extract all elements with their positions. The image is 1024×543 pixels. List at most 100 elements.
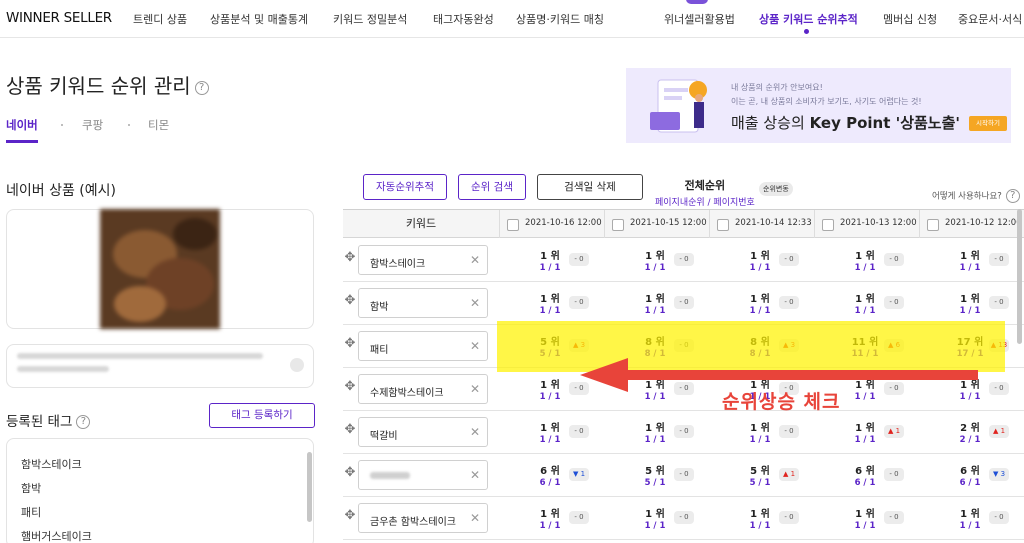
drag-handle-icon[interactable]: ✥ <box>343 466 357 480</box>
table-row: ✥ 떡갈비 ✕ 1 위1 / 1- 01 위1 / 1- 01 위1 / 1- 01 … <box>343 411 1024 454</box>
remove-keyword-icon[interactable]: ✕ <box>470 296 480 310</box>
date-checkbox[interactable] <box>927 219 939 231</box>
banner-start-button[interactable]: 시작하기 <box>969 116 1007 131</box>
overall-rank-subtitle: 페이지내순위 / 페이지번호 <box>655 198 755 208</box>
rank-value: 1 위 <box>750 423 770 434</box>
drag-handle-icon[interactable]: ✥ <box>343 380 357 394</box>
rank-cell: 1 위1 / 1 ▲ 1 <box>814 411 919 454</box>
nav-item-keyword-matching[interactable]: 상품명·키워드 매칭 <box>516 11 604 27</box>
drag-handle-icon[interactable]: ✥ <box>343 294 357 308</box>
remove-keyword-icon[interactable]: ✕ <box>470 382 480 396</box>
new-badge <box>686 0 708 4</box>
auto-rank-tracking-button[interactable]: 자동순위추적 <box>363 174 447 200</box>
nav-item-documents[interactable]: 중요문서·서식 <box>958 11 1022 27</box>
table-row: ✥ 금우촌 함박스테이크 ✕ 1 위1 / 1- 01 위1 / 1- 01 위1 /… <box>343 497 1024 540</box>
rank-change-badge: - 0 <box>674 253 694 266</box>
date-checkbox[interactable] <box>822 219 834 231</box>
remove-keyword-icon[interactable]: ✕ <box>470 468 480 482</box>
rank-change-badge: - 0 <box>884 468 904 481</box>
rank-value: 1 위 <box>750 251 770 262</box>
keyword-field[interactable]: 떡갈비 ✕ <box>358 417 488 447</box>
rank-value: 6 위 <box>960 466 980 477</box>
page-rank-value: 6 / 1 <box>854 478 876 488</box>
rank-change-badge: - 0 <box>569 511 589 524</box>
rank-change-badge: ▲ 1 <box>779 468 799 481</box>
keyword-field[interactable]: 금우촌 함박스테이크 ✕ <box>358 503 488 533</box>
page-rank-value: 1 / 1 <box>644 435 666 445</box>
nav-item-keyword-analysis[interactable]: 키워드 정밀분석 <box>333 11 407 27</box>
date-label: 2021-10-15 12:00 <box>630 218 707 228</box>
keyword-text: 수제함박스테이크 <box>370 388 444 399</box>
naver-product-heading: 네이버 상품 (예시) <box>6 183 116 199</box>
page-rank-value: 1 / 1 <box>539 306 561 316</box>
rank-value: 1 위 <box>645 251 665 262</box>
help-icon[interactable]: ? <box>76 415 91 429</box>
page-rank-value: 1 / 1 <box>749 306 771 316</box>
date-label: 2021-10-13 12:00 <box>840 218 917 228</box>
tag-list-scrollbar[interactable] <box>307 452 312 522</box>
delete-search-date-button[interactable]: 검색일 삭제 <box>537 174 643 200</box>
tab-tmon[interactable]: 티몬 <box>148 117 169 133</box>
promo-banner[interactable]: 내 상품의 순위가 안보여요! 이는 곧, 내 상품의 소비자가 보기도, 사기… <box>626 68 1011 143</box>
drag-handle-icon[interactable]: ✥ <box>343 337 357 351</box>
rank-value: 1 위 <box>855 509 875 520</box>
rank-change-badge: ▲ 1 <box>989 425 1009 438</box>
rank-change-badge: ▼ 1 <box>569 468 589 481</box>
keyword-field[interactable]: ✕ <box>358 460 488 490</box>
registered-tags-heading: 등록된 태그? <box>6 410 91 430</box>
tab-naver[interactable]: 네이버 <box>6 117 38 133</box>
date-checkbox[interactable] <box>507 219 519 231</box>
banner-line-1: 내 상품의 순위가 안보여요! <box>731 83 823 92</box>
drag-handle-icon[interactable]: ✥ <box>343 251 357 265</box>
register-tag-button[interactable]: 태그 등록하기 <box>209 403 315 428</box>
remove-keyword-icon[interactable]: ✕ <box>470 253 480 267</box>
nav-item-tag-autocomplete[interactable]: 태그자동완성 <box>433 11 494 27</box>
remove-keyword-icon[interactable]: ✕ <box>470 339 480 353</box>
tab-coupang[interactable]: 쿠팡 <box>82 117 103 133</box>
keyword-redacted <box>370 472 410 479</box>
rank-value: 1 위 <box>540 294 560 305</box>
drag-handle-icon[interactable]: ✥ <box>343 423 357 437</box>
page-rank-value: 6 / 1 <box>539 478 561 488</box>
date-column-header: 2021-10-15 12:00 <box>604 210 709 238</box>
rank-value: 1 위 <box>750 294 770 305</box>
nav-item-rank-tracking[interactable]: 상품 키워드 순위추적 <box>759 11 858 27</box>
keyword-field[interactable]: 수제함박스테이크 ✕ <box>358 374 488 404</box>
keyword-field[interactable]: 함박스테이크 ✕ <box>358 245 488 275</box>
remove-keyword-icon[interactable]: ✕ <box>470 511 480 525</box>
rank-up-annotation: 순위상승 체크 <box>722 391 841 413</box>
rank-change-badge: - 0 <box>779 425 799 438</box>
rank-value: 1 위 <box>960 294 980 305</box>
date-column-header: 2021-10-12 12:00 <box>919 210 1024 238</box>
rank-change-badge: - 0 <box>779 253 799 266</box>
rank-cell: 6 위6 / 1 ▼ 1 <box>499 454 604 497</box>
rank-change-badge: - 0 <box>569 425 589 438</box>
keyword-field[interactable]: 함박 ✕ <box>358 288 488 318</box>
rank-change-badge: - 0 <box>674 468 694 481</box>
date-checkbox[interactable] <box>612 219 624 231</box>
how-to-use-link[interactable]: 어떻게 사용하나요?? <box>932 189 1020 203</box>
rank-cell: 1 위1 / 1 - 0 <box>604 411 709 454</box>
rank-value: 1 위 <box>540 251 560 262</box>
description-toggle-icon[interactable] <box>290 358 304 372</box>
date-column-header: 2021-10-14 12:33 <box>709 210 814 238</box>
keyword-field[interactable]: 패티 ✕ <box>358 331 488 361</box>
rank-change-badge: ▼ 3 <box>989 468 1009 481</box>
banner-line-2: 이는 곧, 내 상품의 소비자가 보기도, 사기도 어렵다는 것! <box>731 97 922 106</box>
page-rank-value: 5 / 1 <box>749 478 771 488</box>
remove-keyword-icon[interactable]: ✕ <box>470 425 480 439</box>
brand-logo[interactable]: WINNER SELLER <box>6 10 112 26</box>
rank-cell: 1 위1 / 1 - 0 <box>499 497 604 540</box>
nav-item-how-to-use[interactable]: 위너셀러활용법 <box>664 11 735 27</box>
nav-item-membership[interactable]: 멤버십 신청 <box>883 11 937 27</box>
nav-item-product-analysis[interactable]: 상품분석 및 매출통계 <box>210 11 308 27</box>
rank-search-button[interactable]: 순위 검색 <box>458 174 526 200</box>
page-rank-value: 1 / 1 <box>644 306 666 316</box>
rank-cell: 1 위1 / 1 - 0 <box>709 282 814 325</box>
drag-handle-icon[interactable]: ✥ <box>343 509 357 523</box>
table-scrollbar[interactable] <box>1017 209 1022 344</box>
nav-item-trendy-products[interactable]: 트렌디 상품 <box>133 11 187 27</box>
date-checkbox[interactable] <box>717 219 729 231</box>
help-icon[interactable]: ? <box>194 80 209 95</box>
page-rank-value: 1 / 1 <box>539 263 561 273</box>
